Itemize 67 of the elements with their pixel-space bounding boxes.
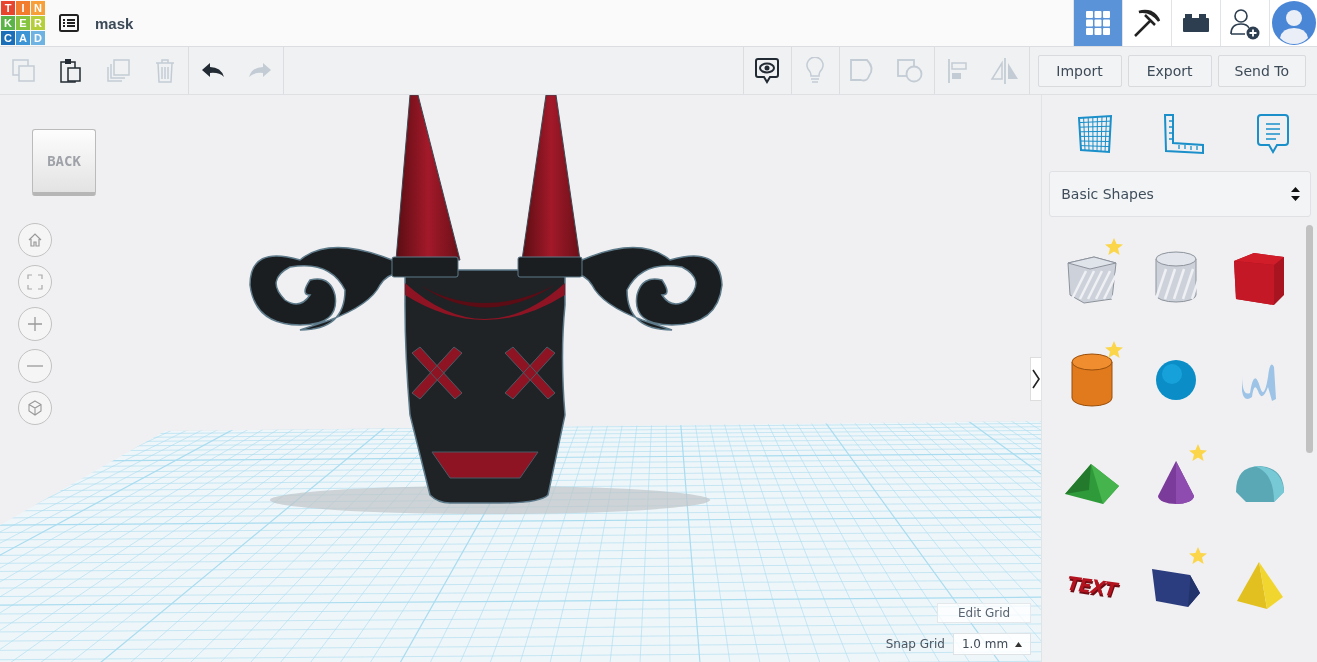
home-view-button[interactable] (18, 223, 52, 257)
zoom-out-view-button[interactable] (18, 349, 52, 383)
collapse-panel-button[interactable] (1030, 357, 1042, 401)
grid-icon (1085, 10, 1111, 36)
star-icon (1104, 237, 1125, 257)
note-bubble-icon (1255, 113, 1290, 155)
plus-icon (27, 316, 43, 332)
logo-letter: A (16, 31, 30, 45)
cone-icon (1156, 459, 1197, 506)
logo-letter: C (1, 31, 15, 45)
mask-model-drawing[interactable] (249, 95, 723, 514)
align-icon (947, 57, 970, 84)
edit-grid-button[interactable]: Edit Grid (936, 603, 1032, 623)
logo-letter: K (1, 16, 15, 30)
zoom-in-view-button[interactable] (18, 307, 52, 341)
text-shape-label: TEXT (1066, 571, 1119, 600)
fit-view-icon (27, 274, 43, 290)
scrollbar[interactable] (1306, 225, 1313, 453)
logo-letter: I (16, 1, 30, 15)
logo-letter: D (31, 31, 45, 45)
bricks-nav-button[interactable] (1171, 0, 1220, 46)
avatar-icon (1271, 1, 1316, 45)
profile-button[interactable] (1269, 0, 1317, 46)
clipboard-icon (58, 57, 83, 84)
ruler-icon (1162, 113, 1205, 155)
star-icon (1188, 443, 1209, 463)
cube-face-label: BACK (47, 153, 81, 169)
add-user-icon (1228, 6, 1262, 40)
logo-letter: N (31, 1, 45, 15)
cylinder-icon (1070, 351, 1115, 408)
shape-library-dropdown[interactable]: Basic Shapes (1049, 171, 1311, 217)
toolbar-button[interactable]: Send To (1217, 54, 1306, 87)
minus-icon (27, 364, 43, 368)
sphere-icon (1155, 358, 1198, 401)
light-bulb-icon (804, 56, 827, 85)
pickaxe-nav-button[interactable] (1122, 0, 1171, 46)
pyramid-icon (1235, 560, 1286, 611)
star-icon (1188, 546, 1209, 566)
sort-arrows-icon (1291, 187, 1300, 201)
snap-grid-label: Snap Grid (885, 637, 945, 651)
add-user-nav-button[interactable] (1220, 0, 1269, 46)
ungroup-shapes-icon (896, 57, 925, 84)
caret-icon (1015, 641, 1023, 647)
logo-letter: T (1, 1, 15, 15)
eye-bubble-icon (754, 56, 781, 85)
brick-icon (1182, 12, 1210, 34)
cube-icon (27, 400, 43, 416)
snap-grid-dropdown[interactable]: 1.0 mm (952, 633, 1032, 655)
tinkercad-logo[interactable]: T I N K E R C A D (1, 1, 45, 45)
logo-letter: R (31, 16, 45, 30)
mirror-icon (990, 56, 1021, 85)
star-icon (1104, 340, 1125, 360)
undo-arrow-icon (200, 61, 225, 80)
workplane-grid[interactable] (0, 421, 1042, 662)
ortho-view-button[interactable] (18, 391, 52, 425)
home-icon (27, 232, 43, 248)
list-icon (59, 14, 79, 32)
chevron-icon (1032, 369, 1041, 389)
logo-letter: E (16, 16, 30, 30)
striped-cylinder-icon (1154, 248, 1199, 305)
toolbar-button[interactable]: Import (1037, 54, 1122, 87)
redo-arrow-icon (247, 61, 272, 80)
design-list-button[interactable] (59, 14, 79, 32)
trash-icon (153, 57, 176, 84)
design-title[interactable]: mask (95, 14, 134, 32)
toolbar-button[interactable]: Export (1127, 54, 1212, 87)
copy-icon (10, 57, 37, 84)
